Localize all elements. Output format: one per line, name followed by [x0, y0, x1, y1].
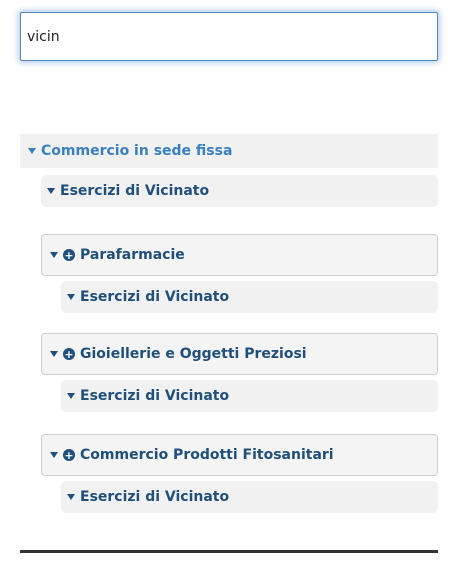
caret-down-icon[interactable]	[47, 188, 55, 194]
tree-item-esercizi-di-vicinato[interactable]: Esercizi di Vicinato	[61, 380, 438, 412]
caret-down-icon[interactable]	[67, 494, 75, 500]
tree-item-esercizi-di-vicinato[interactable]: Esercizi di Vicinato	[61, 281, 438, 313]
plus-circle-icon[interactable]: +	[63, 249, 75, 261]
caret-down-icon[interactable]	[50, 351, 58, 357]
tree-item-esercizi-di-vicinato[interactable]: Esercizi di Vicinato	[41, 175, 438, 207]
tree-item-label: Esercizi di Vicinato	[60, 183, 210, 199]
tree-item-esercizi-di-vicinato[interactable]: Esercizi di Vicinato	[61, 481, 438, 513]
tree-item-commercio-in-sede-fissa[interactable]: Commercio in sede fissa	[20, 134, 438, 168]
tree-group-commercio-prodotti-fitosanitari[interactable]: + Commercio Prodotti Fitosanitari	[41, 434, 438, 476]
caret-down-icon[interactable]	[50, 252, 58, 258]
plus-circle-icon[interactable]: +	[63, 348, 75, 360]
tree-item-label: Esercizi di Vicinato	[80, 289, 230, 305]
caret-down-icon[interactable]	[67, 393, 75, 399]
divider	[20, 550, 438, 553]
tree-item-label: Esercizi di Vicinato	[80, 388, 230, 404]
tree-item-label: Esercizi di Vicinato	[80, 489, 230, 505]
tree-group-label: Gioiellerie e Oggetti Preziosi	[80, 346, 307, 362]
tree-item-label: Commercio in sede fissa	[41, 143, 233, 159]
tree-group-label: Commercio Prodotti Fitosanitari	[80, 447, 334, 463]
tree-group-gioiellerie[interactable]: + Gioiellerie e Oggetti Preziosi	[41, 333, 438, 375]
tree-group-parafarmacie[interactable]: + Parafarmacie	[41, 234, 438, 276]
tree-group-label: Parafarmacie	[80, 247, 185, 263]
caret-down-icon[interactable]	[28, 148, 36, 154]
caret-down-icon[interactable]	[50, 452, 58, 458]
caret-down-icon[interactable]	[67, 294, 75, 300]
search-input[interactable]	[27, 28, 431, 45]
plus-circle-icon[interactable]: +	[63, 449, 75, 461]
search-field[interactable]	[20, 12, 438, 61]
